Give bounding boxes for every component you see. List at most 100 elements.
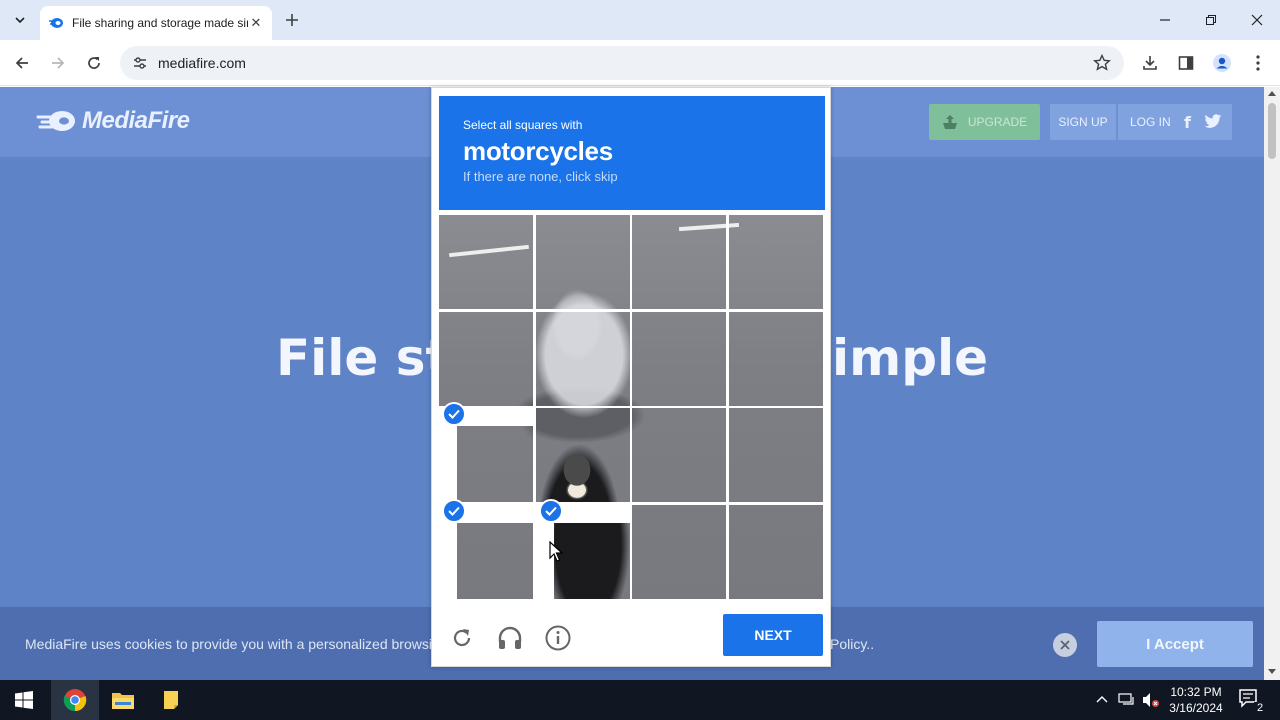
captcha-tile[interactable]: [536, 408, 630, 502]
captcha-tile-image: [536, 312, 630, 406]
cookie-policy-text[interactable]: Policy..: [830, 636, 874, 652]
scroll-down-arrow[interactable]: [1268, 669, 1276, 674]
chrome-taskbar-button[interactable]: [51, 680, 99, 720]
profile-icon: [1213, 54, 1231, 72]
menu-button[interactable]: [1246, 51, 1270, 75]
sticky-note-icon: [164, 691, 178, 709]
page-scrollbar[interactable]: [1264, 87, 1280, 680]
reload-button[interactable]: [82, 51, 106, 75]
captcha-tile[interactable]: [729, 408, 823, 502]
captcha-tile[interactable]: [729, 215, 823, 309]
captcha-image-grid: [439, 215, 823, 599]
captcha-tile-image: [439, 312, 533, 406]
next-label: NEXT: [754, 627, 792, 643]
scroll-thumb[interactable]: [1268, 103, 1276, 159]
cookie-close-button[interactable]: [1053, 633, 1077, 657]
mediafire-favicon: [49, 18, 63, 28]
side-panel-icon: [1178, 56, 1194, 70]
facebook-icon[interactable]: f: [1184, 113, 1191, 132]
captcha-tile-image: [632, 215, 726, 309]
next-button[interactable]: NEXT: [723, 614, 823, 656]
tray-overflow-chevron-icon[interactable]: [1096, 694, 1108, 704]
start-button[interactable]: [0, 680, 48, 720]
captcha-tile[interactable]: [439, 215, 533, 309]
close-window-button[interactable]: [1245, 8, 1269, 32]
file-explorer-taskbar-button[interactable]: [99, 680, 147, 720]
notes-taskbar-button[interactable]: [147, 680, 195, 720]
tab-search-button[interactable]: [8, 8, 32, 32]
close-icon: [1060, 640, 1070, 650]
browser-toolbar: mediafire.com: [0, 40, 1280, 86]
bookmark-star-icon[interactable]: [1092, 53, 1112, 73]
captcha-tile-image: [536, 408, 630, 502]
minimize-button[interactable]: [1153, 8, 1177, 32]
captcha-tile-image: [729, 408, 823, 502]
captcha-tile[interactable]: [632, 312, 726, 406]
minimize-icon: [1160, 19, 1170, 21]
network-icon[interactable]: [1118, 693, 1136, 707]
captcha-tile-image: [632, 505, 726, 599]
twitter-icon[interactable]: [1204, 114, 1222, 129]
system-clock[interactable]: 10:32 PM 3/16/2024: [1160, 684, 1232, 716]
mediafire-logo[interactable]: MediaFire: [36, 107, 190, 135]
tile-selected-check-icon: [442, 402, 466, 426]
browser-tab[interactable]: File sharing and storage made simple ✕: [40, 6, 272, 40]
clock-time: 10:32 PM: [1170, 685, 1222, 699]
new-tab-button[interactable]: [282, 10, 302, 30]
login-label: LOG IN: [1130, 115, 1171, 129]
captcha-tile[interactable]: [729, 312, 823, 406]
captcha-tile-image: [632, 312, 726, 406]
captcha-tile[interactable]: [729, 505, 823, 599]
mouse-cursor-icon: [549, 541, 563, 562]
tab-strip: File sharing and storage made simple ✕: [0, 0, 1280, 40]
clock-date: 3/16/2024: [1169, 701, 1223, 715]
mediafire-logo-icon: [36, 111, 75, 131]
info-button[interactable]: [544, 624, 572, 652]
kebab-menu-icon: [1256, 55, 1260, 71]
captcha-tile[interactable]: [632, 408, 726, 502]
captcha-tile[interactable]: [632, 215, 726, 309]
captcha-footer: NEXT: [432, 602, 830, 666]
accept-label: I Accept: [1146, 635, 1204, 653]
captcha-tile[interactable]: [536, 312, 630, 406]
close-tab-icon[interactable]: ✕: [248, 15, 264, 31]
address-bar[interactable]: mediafire.com: [120, 46, 1124, 80]
captcha-tile-image: [536, 215, 630, 309]
captcha-tile[interactable]: [632, 505, 726, 599]
signup-button[interactable]: SIGN UP: [1050, 104, 1116, 140]
action-center-button[interactable]: 2: [1238, 688, 1266, 714]
captcha-dialog: Select all squares with motorcycles If t…: [431, 87, 831, 667]
reload-icon: [88, 57, 100, 69]
volume-muted-icon[interactable]: [1142, 692, 1160, 708]
notification-count: 2: [1254, 702, 1266, 714]
profile-button[interactable]: [1210, 51, 1234, 75]
download-icon: [1143, 56, 1157, 70]
forward-button[interactable]: [46, 51, 70, 75]
tile-selected-check-icon: [539, 499, 563, 523]
back-button[interactable]: [10, 51, 34, 75]
info-icon: [545, 625, 571, 651]
plus-icon: [286, 14, 298, 26]
captcha-instruction: Select all squares with: [463, 118, 583, 132]
audio-challenge-button[interactable]: [496, 624, 524, 652]
restore-button[interactable]: [1199, 8, 1223, 32]
tab-title: File sharing and storage made simple: [72, 16, 248, 30]
headphones-icon: [498, 626, 522, 649]
folder-icon: [112, 693, 134, 709]
captcha-tile[interactable]: [536, 215, 630, 309]
downloads-button[interactable]: [1138, 51, 1162, 75]
login-button[interactable]: LOG IN f: [1118, 104, 1232, 140]
captcha-tile-image: [729, 505, 823, 599]
side-panel-button[interactable]: [1174, 51, 1198, 75]
arrow-left-icon: [15, 57, 28, 69]
captcha-tile-image: [729, 215, 823, 309]
reload-icon: [453, 629, 471, 647]
accept-cookies-button[interactable]: I Accept: [1097, 621, 1253, 667]
chevron-down-icon: [15, 17, 25, 24]
site-info-icon[interactable]: [130, 53, 150, 73]
scroll-up-arrow[interactable]: [1268, 91, 1276, 96]
captcha-tile[interactable]: [439, 312, 533, 406]
upgrade-button[interactable]: UPGRADE: [929, 104, 1040, 140]
captcha-hint: If there are none, click skip: [463, 169, 618, 184]
reload-challenge-button[interactable]: [448, 624, 476, 652]
